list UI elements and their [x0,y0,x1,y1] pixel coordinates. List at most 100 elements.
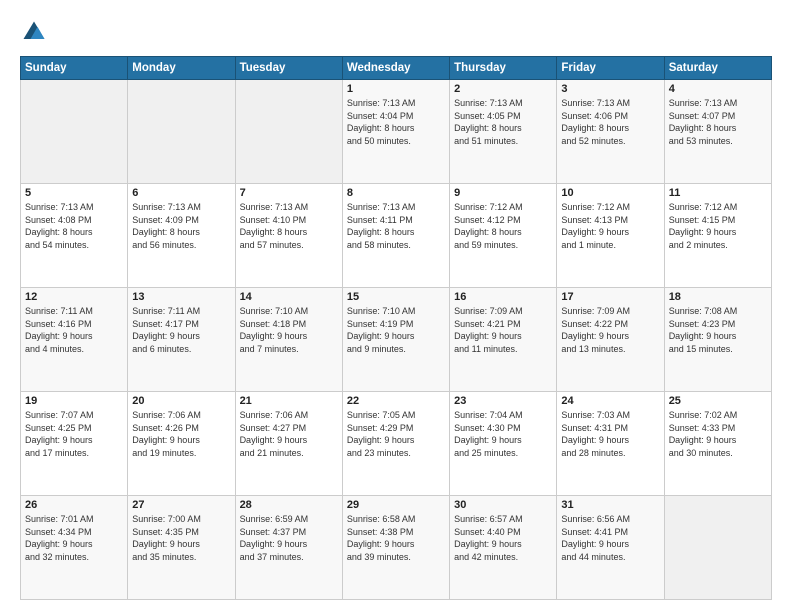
day-number: 9 [454,187,552,199]
day-number: 29 [347,499,445,511]
day-info: Sunrise: 7:06 AM Sunset: 4:27 PM Dayligh… [240,409,338,459]
week-row-4: 19 Sunrise: 7:07 AM Sunset: 4:25 PM Dayli… [21,392,772,496]
weekday-header-saturday: Saturday [664,57,771,80]
calendar-cell: 5Sunrise: 7:13 AM Sunset: 4:08 PM Daylig… [21,184,128,288]
calendar-cell: 2 Sunrise: 7:13 AM Sunset: 4:05 PM Daylig… [450,80,557,184]
calendar-cell: 10 Sunrise: 7:12 AM Sunset: 4:13 PM Dayli… [557,184,664,288]
calendar-cell: 14 Sunrise: 7:10 AM Sunset: 4:18 PM Dayli… [235,288,342,392]
calendar-cell: 4Sunrise: 7:13 AM Sunset: 4:07 PM Daylig… [664,80,771,184]
day-info: Sunrise: 7:13 AM Sunset: 4:10 PM Dayligh… [240,201,338,251]
day-info: Sunrise: 7:05 AM Sunset: 4:29 PM Dayligh… [347,409,445,459]
day-info: Sunrise: 7:04 AM Sunset: 4:30 PM Dayligh… [454,409,552,459]
calendar-cell: 31 Sunrise: 6:56 AM Sunset: 4:41 PM Dayli… [557,496,664,600]
calendar-cell: 19 Sunrise: 7:07 AM Sunset: 4:25 PM Dayli… [21,392,128,496]
day-info: Sunrise: 6:58 AM Sunset: 4:38 PM Dayligh… [347,513,445,563]
day-number: 8 [347,187,445,199]
day-number: 3 [561,83,659,95]
day-info: Sunrise: 7:13 AM Sunset: 4:06 PM Dayligh… [561,97,659,147]
day-info: Sunrise: 6:56 AM Sunset: 4:41 PM Dayligh… [561,513,659,563]
day-info: Sunrise: 7:10 AM Sunset: 4:19 PM Dayligh… [347,305,445,355]
day-info: Sunrise: 7:00 AM Sunset: 4:35 PM Dayligh… [132,513,230,563]
day-info: Sunrise: 7:13 AM Sunset: 4:09 PM Dayligh… [132,201,230,251]
calendar-cell: 15 Sunrise: 7:10 AM Sunset: 4:19 PM Dayli… [342,288,449,392]
day-info: Sunrise: 7:12 AM Sunset: 4:12 PM Dayligh… [454,201,552,251]
weekday-header-sunday: Sunday [21,57,128,80]
day-number: 13 [132,291,230,303]
calendar-cell: 29 Sunrise: 6:58 AM Sunset: 4:38 PM Dayli… [342,496,449,600]
day-info: Sunrise: 6:57 AM Sunset: 4:40 PM Dayligh… [454,513,552,563]
day-info: Sunrise: 7:11 AM Sunset: 4:16 PM Dayligh… [25,305,123,355]
day-number: 21 [240,395,338,407]
calendar-cell: 28Sunrise: 6:59 AM Sunset: 4:37 PM Dayli… [235,496,342,600]
day-number: 19 [25,395,123,407]
day-number: 27 [132,499,230,511]
day-info: Sunrise: 7:06 AM Sunset: 4:26 PM Dayligh… [132,409,230,459]
calendar-cell: 21 Sunrise: 7:06 AM Sunset: 4:27 PM Dayli… [235,392,342,496]
weekday-header-wednesday: Wednesday [342,57,449,80]
day-number: 23 [454,395,552,407]
day-info: Sunrise: 7:07 AM Sunset: 4:25 PM Dayligh… [25,409,123,459]
calendar-cell: 9 Sunrise: 7:12 AM Sunset: 4:12 PM Daylig… [450,184,557,288]
day-info: Sunrise: 7:09 AM Sunset: 4:22 PM Dayligh… [561,305,659,355]
day-info: Sunrise: 7:09 AM Sunset: 4:21 PM Dayligh… [454,305,552,355]
week-row-1: 1Sunrise: 7:13 AM Sunset: 4:04 PM Daylig… [21,80,772,184]
week-row-3: 12 Sunrise: 7:11 AM Sunset: 4:16 PM Dayli… [21,288,772,392]
day-number: 30 [454,499,552,511]
day-info: Sunrise: 7:02 AM Sunset: 4:33 PM Dayligh… [669,409,767,459]
day-number: 16 [454,291,552,303]
day-number: 1 [347,83,445,95]
day-number: 22 [347,395,445,407]
day-number: 11 [669,187,767,199]
day-info: Sunrise: 6:59 AM Sunset: 4:37 PM Dayligh… [240,513,338,563]
day-number: 7 [240,187,338,199]
day-info: Sunrise: 7:10 AM Sunset: 4:18 PM Dayligh… [240,305,338,355]
day-info: Sunrise: 7:13 AM Sunset: 4:11 PM Dayligh… [347,201,445,251]
calendar-cell: 20 Sunrise: 7:06 AM Sunset: 4:26 PM Dayli… [128,392,235,496]
calendar-cell: 25 Sunrise: 7:02 AM Sunset: 4:33 PM Dayli… [664,392,771,496]
day-info: Sunrise: 7:12 AM Sunset: 4:15 PM Dayligh… [669,201,767,251]
calendar-cell [235,80,342,184]
calendar-cell: 30 Sunrise: 6:57 AM Sunset: 4:40 PM Dayli… [450,496,557,600]
day-number: 31 [561,499,659,511]
weekday-header-thursday: Thursday [450,57,557,80]
calendar-cell: 22 Sunrise: 7:05 AM Sunset: 4:29 PM Dayli… [342,392,449,496]
calendar-cell: 7 Sunrise: 7:13 AM Sunset: 4:10 PM Daylig… [235,184,342,288]
calendar-table: SundayMondayTuesdayWednesdayThursdayFrid… [20,56,772,600]
day-number: 14 [240,291,338,303]
day-info: Sunrise: 7:13 AM Sunset: 4:07 PM Dayligh… [669,97,767,147]
page: SundayMondayTuesdayWednesdayThursdayFrid… [0,0,792,612]
day-info: Sunrise: 7:01 AM Sunset: 4:34 PM Dayligh… [25,513,123,563]
weekday-header-monday: Monday [128,57,235,80]
day-info: Sunrise: 7:13 AM Sunset: 4:05 PM Dayligh… [454,97,552,147]
day-info: Sunrise: 7:13 AM Sunset: 4:08 PM Dayligh… [25,201,123,251]
logo [20,18,52,46]
day-number: 20 [132,395,230,407]
day-number: 10 [561,187,659,199]
calendar-cell: 1Sunrise: 7:13 AM Sunset: 4:04 PM Daylig… [342,80,449,184]
calendar-cell: 3 Sunrise: 7:13 AM Sunset: 4:06 PM Daylig… [557,80,664,184]
weekday-header-friday: Friday [557,57,664,80]
weekday-header-row: SundayMondayTuesdayWednesdayThursdayFrid… [21,57,772,80]
day-number: 17 [561,291,659,303]
day-info: Sunrise: 7:03 AM Sunset: 4:31 PM Dayligh… [561,409,659,459]
calendar-cell: 27 Sunrise: 7:00 AM Sunset: 4:35 PM Dayli… [128,496,235,600]
day-number: 15 [347,291,445,303]
week-row-5: 26 Sunrise: 7:01 AM Sunset: 4:34 PM Dayli… [21,496,772,600]
day-number: 25 [669,395,767,407]
calendar-cell: 12 Sunrise: 7:11 AM Sunset: 4:16 PM Dayli… [21,288,128,392]
day-number: 26 [25,499,123,511]
calendar-cell [128,80,235,184]
day-number: 6 [132,187,230,199]
calendar-cell: 11 Sunrise: 7:12 AM Sunset: 4:15 PM Dayli… [664,184,771,288]
day-info: Sunrise: 7:12 AM Sunset: 4:13 PM Dayligh… [561,201,659,251]
calendar-cell: 17 Sunrise: 7:09 AM Sunset: 4:22 PM Dayli… [557,288,664,392]
day-number: 2 [454,83,552,95]
day-number: 18 [669,291,767,303]
calendar-cell: 13Sunrise: 7:11 AM Sunset: 4:17 PM Dayli… [128,288,235,392]
calendar-cell: 23 Sunrise: 7:04 AM Sunset: 4:30 PM Dayli… [450,392,557,496]
calendar-cell [664,496,771,600]
calendar-cell: 24Sunrise: 7:03 AM Sunset: 4:31 PM Dayli… [557,392,664,496]
day-number: 12 [25,291,123,303]
logo-icon [20,18,48,46]
calendar-cell: 18Sunrise: 7:08 AM Sunset: 4:23 PM Dayli… [664,288,771,392]
